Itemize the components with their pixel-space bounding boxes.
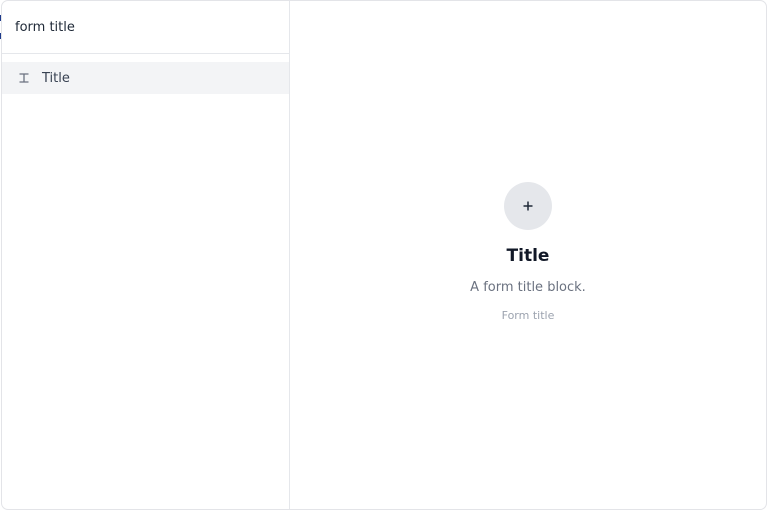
block-picker-dialog: Title Title A form title block. Form tit… xyxy=(1,0,767,510)
search-row xyxy=(2,1,289,54)
add-block-button[interactable] xyxy=(504,182,552,230)
plus-icon xyxy=(522,197,534,216)
preview-sample-text: Form title xyxy=(501,309,555,322)
search-input[interactable] xyxy=(15,19,276,35)
result-item-label: Title xyxy=(42,70,70,86)
preview-description: A form title block. xyxy=(470,280,586,295)
preview-pane: Title A form title block. Form title xyxy=(290,1,766,509)
preview-title: Title xyxy=(506,246,550,266)
preview-content: Title A form title block. Form title xyxy=(290,182,766,322)
results-list: Title xyxy=(2,54,289,94)
results-pane: Title xyxy=(2,1,290,509)
result-item-title[interactable]: Title xyxy=(2,62,289,94)
text-heading-icon xyxy=(18,72,30,84)
